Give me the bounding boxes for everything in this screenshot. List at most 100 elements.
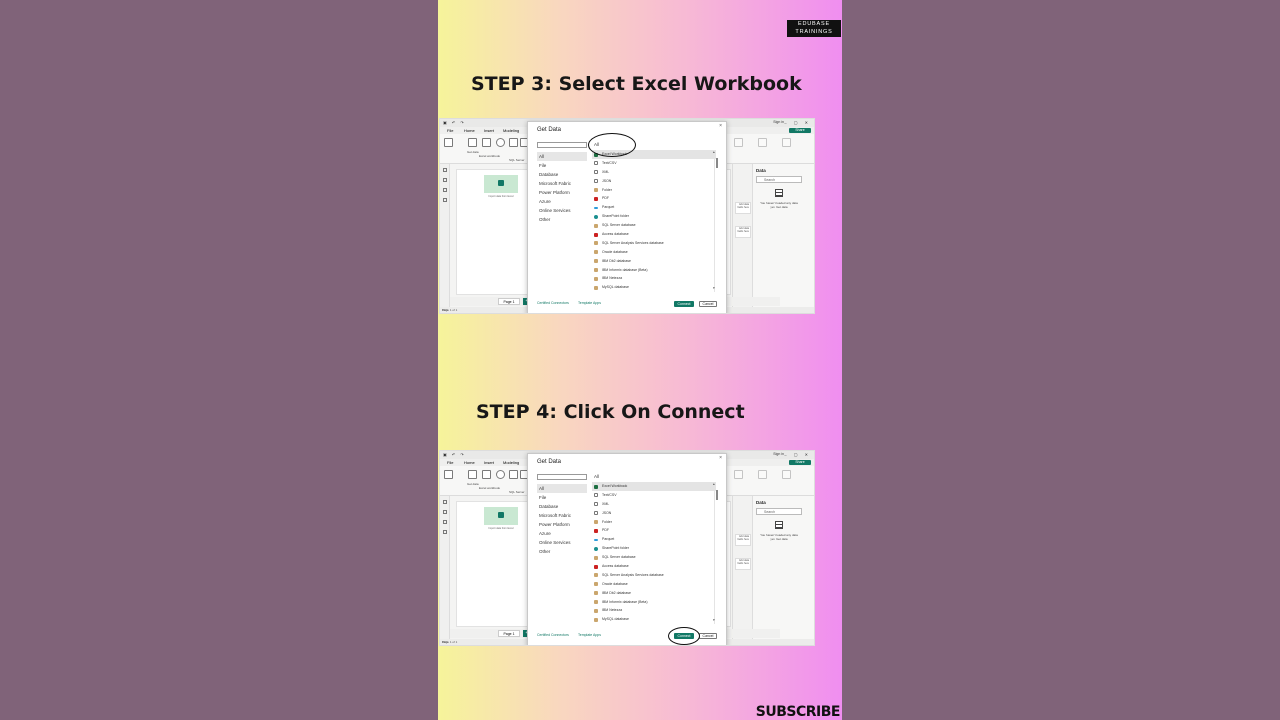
dax-view-icon[interactable]	[443, 530, 447, 534]
source-item[interactable]: SharePoint folder	[592, 544, 716, 553]
menu-modeling[interactable]: Modeling	[503, 128, 519, 133]
source-item[interactable]: IBM Netezza	[592, 606, 716, 615]
category-item[interactable]: File	[537, 493, 587, 502]
category-item[interactable]: All	[537, 484, 587, 493]
category-item[interactable]: Other	[537, 547, 587, 556]
excel-workbook-icon[interactable]	[482, 470, 491, 479]
source-scrollbar[interactable]	[714, 482, 718, 624]
source-item[interactable]: Folder	[592, 186, 716, 195]
sql-server-icon[interactable]	[509, 470, 518, 479]
source-item[interactable]: MySQL database	[592, 615, 716, 624]
data-search-input[interactable]: Search	[756, 508, 802, 515]
window-controls[interactable]: – ▢ ✕	[784, 452, 811, 457]
cancel-button[interactable]: Cancel	[699, 633, 717, 639]
sign-in-link[interactable]: Sign in	[773, 120, 784, 124]
menu-modeling[interactable]: Modeling	[503, 460, 519, 465]
source-item[interactable]: Oracle database	[592, 248, 716, 257]
source-item[interactable]: XML	[592, 168, 716, 177]
paste-icon[interactable]	[444, 138, 453, 147]
source-item[interactable]: Folder	[592, 518, 716, 527]
quick-access-icons[interactable]: ▣ ↶ ↷	[443, 452, 466, 457]
source-item[interactable]: Excel Workbook	[592, 482, 716, 491]
source-item[interactable]: IBM Informix database (Beta)	[592, 598, 716, 607]
excel-workbook-icon[interactable]	[482, 138, 491, 147]
category-item[interactable]: Database	[537, 502, 587, 511]
close-icon[interactable]: ×	[719, 455, 722, 461]
menu-file[interactable]: File	[447, 128, 453, 133]
dax-view-icon[interactable]	[443, 198, 447, 202]
source-item[interactable]: IBM Db2 database	[592, 589, 716, 598]
source-item[interactable]: Text/CSV	[592, 491, 716, 500]
source-item[interactable]: SQL Server database	[592, 221, 716, 230]
scroll-up-icon[interactable]: ▴	[713, 150, 715, 154]
paste-icon[interactable]	[444, 470, 453, 479]
dialog-search-input[interactable]	[537, 474, 587, 480]
model-view-icon[interactable]	[443, 188, 447, 192]
menu-insert[interactable]: Insert	[484, 128, 494, 133]
sign-in-link[interactable]: Sign in	[773, 452, 784, 456]
source-item[interactable]: Parquet	[592, 535, 716, 544]
category-item[interactable]: Microsoft Fabric	[537, 511, 587, 520]
source-item[interactable]: XML	[592, 500, 716, 509]
connect-button[interactable]: Connect	[674, 301, 694, 307]
get-data-icon[interactable]	[468, 138, 477, 147]
category-item[interactable]: Online Services	[537, 538, 587, 547]
source-item[interactable]: Access database	[592, 562, 716, 571]
sql-server-icon[interactable]	[509, 138, 518, 147]
source-item[interactable]: Access database	[592, 230, 716, 239]
category-item[interactable]: Other	[537, 215, 587, 224]
category-item[interactable]: Database	[537, 170, 587, 179]
onelake-icon[interactable]	[496, 470, 505, 479]
window-controls[interactable]: – ▢ ✕	[784, 120, 811, 125]
filter-placeholder-2[interactable]: Add data fields here	[735, 558, 751, 570]
menu-insert[interactable]: Insert	[484, 460, 494, 465]
page-tab-1[interactable]: Page 1	[498, 630, 520, 637]
report-view-icon[interactable]	[443, 500, 447, 504]
menu-home[interactable]: Home	[464, 128, 475, 133]
source-scrollbar[interactable]	[714, 150, 718, 292]
source-item[interactable]: Oracle database	[592, 580, 716, 589]
scroll-down-icon[interactable]: ▾	[713, 286, 715, 290]
source-item[interactable]: Text/CSV	[592, 159, 716, 168]
source-item[interactable]: SQL Server database	[592, 553, 716, 562]
page-tab-1[interactable]: Page 1	[498, 298, 520, 305]
category-item[interactable]: File	[537, 161, 587, 170]
category-item[interactable]: Online Services	[537, 206, 587, 215]
import-excel-tile[interactable]	[484, 507, 518, 525]
template-apps-link[interactable]: Template Apps	[578, 633, 601, 637]
source-item[interactable]: Parquet	[592, 203, 716, 212]
source-item[interactable]: MySQL database	[592, 283, 716, 292]
source-item[interactable]: JSON	[592, 509, 716, 518]
subscribe-label[interactable]: SUBSCRIBE	[756, 704, 841, 720]
share-button[interactable]: Share	[789, 128, 811, 133]
data-search-input[interactable]: Search	[756, 176, 802, 183]
source-item[interactable]: JSON	[592, 177, 716, 186]
get-data-icon[interactable]	[468, 470, 477, 479]
source-item[interactable]: PDF	[592, 526, 716, 535]
certified-connectors-link[interactable]: Certified Connectors	[537, 633, 569, 637]
certified-connectors-link[interactable]: Certified Connectors	[537, 301, 569, 305]
onelake-icon[interactable]	[496, 138, 505, 147]
template-apps-link[interactable]: Template Apps	[578, 301, 601, 305]
category-item[interactable]: All	[537, 152, 587, 161]
filter-placeholder-1[interactable]: Add data fields here	[735, 534, 751, 546]
scroll-down-icon[interactable]: ▾	[713, 618, 715, 622]
scroll-up-icon[interactable]: ▴	[713, 482, 715, 486]
category-item[interactable]: Azure	[537, 197, 587, 206]
report-view-icon[interactable]	[443, 168, 447, 172]
cancel-button[interactable]: Cancel	[699, 301, 717, 307]
source-item[interactable]: PDF	[592, 194, 716, 203]
table-view-icon[interactable]	[443, 510, 447, 514]
source-item[interactable]: IBM Informix database (Beta)	[592, 266, 716, 275]
menu-file[interactable]: File	[447, 460, 453, 465]
filter-placeholder-1[interactable]: Add data fields here	[735, 202, 751, 214]
dialog-search-input[interactable]	[537, 142, 587, 148]
source-item[interactable]: IBM Db2 database	[592, 257, 716, 266]
source-item[interactable]: SQL Server Analysis Services database	[592, 239, 716, 248]
source-item[interactable]: SQL Server Analysis Services database	[592, 571, 716, 580]
category-item[interactable]: Power Platform	[537, 188, 587, 197]
import-excel-tile[interactable]	[484, 175, 518, 193]
category-item[interactable]: Azure	[537, 529, 587, 538]
filter-placeholder-2[interactable]: Add data fields here	[735, 226, 751, 238]
quick-access-icons[interactable]: ▣ ↶ ↷	[443, 120, 466, 125]
